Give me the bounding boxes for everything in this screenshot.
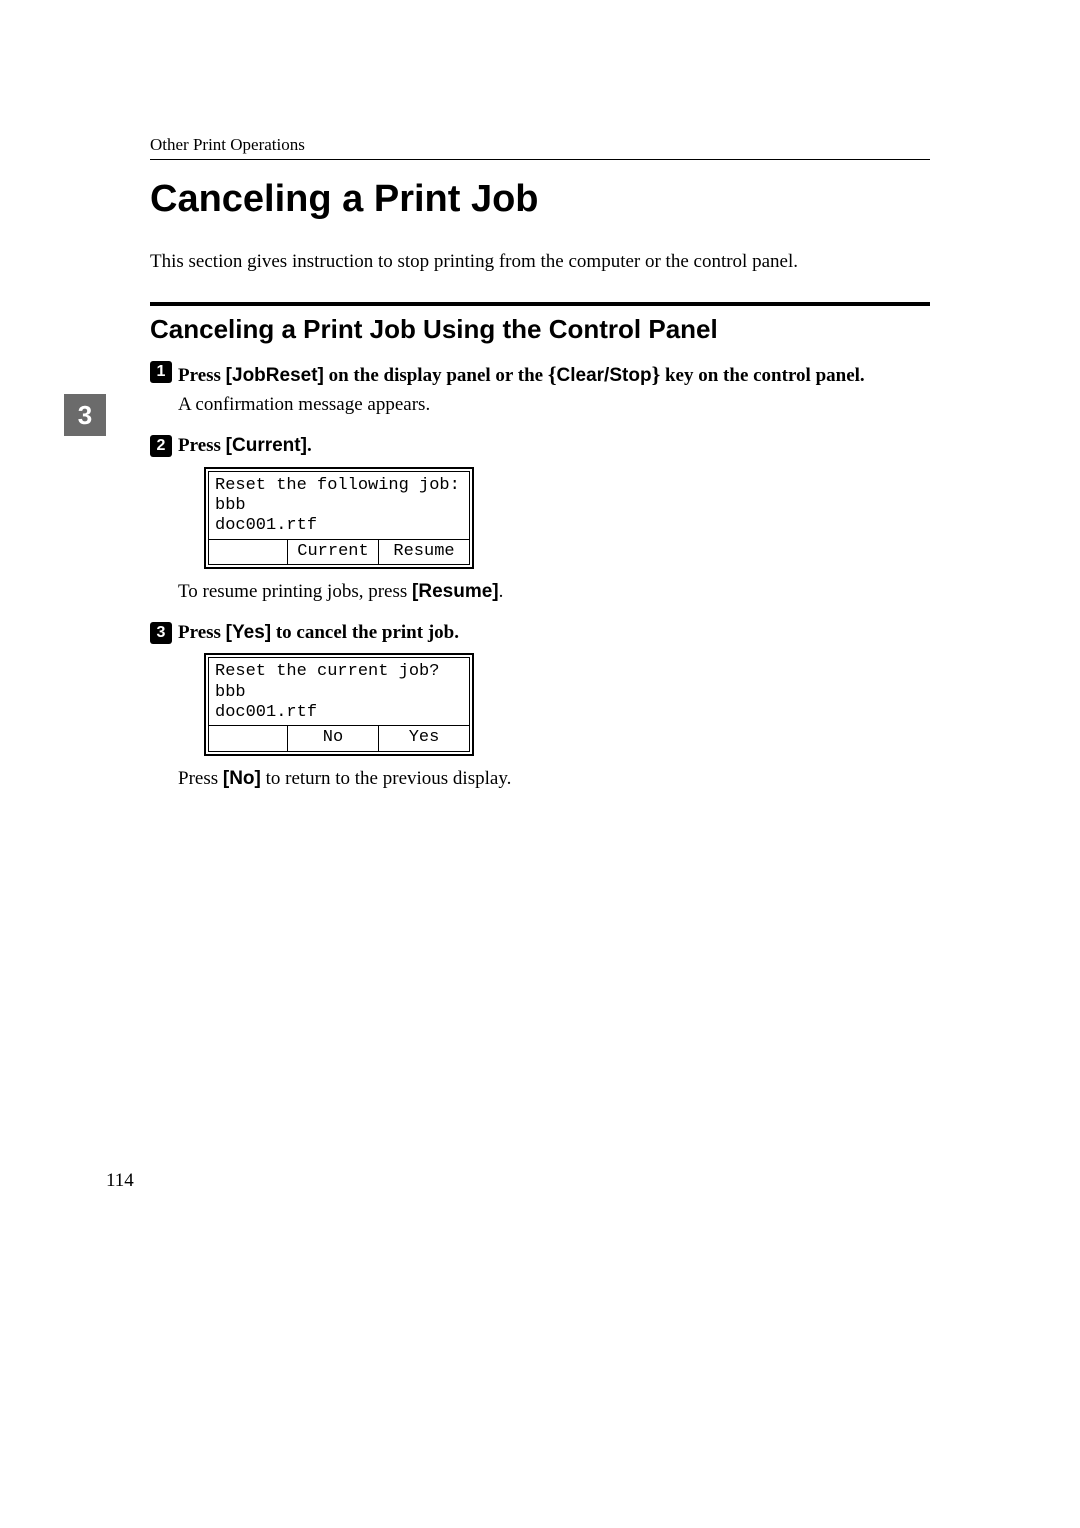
- text: Press: [178, 622, 226, 643]
- text: to cancel the print job.: [271, 622, 459, 643]
- intro-paragraph: This section gives instruction to stop p…: [150, 249, 930, 276]
- panel-line: doc001.rtf: [215, 516, 463, 536]
- bracket-close: }: [652, 362, 661, 387]
- text: on the display panel or the: [324, 365, 548, 386]
- panel-line: bbb: [215, 683, 463, 703]
- panel-button-no[interactable]: No: [288, 726, 379, 750]
- panel-blank-cell: [209, 540, 288, 564]
- divider-thick: [150, 302, 930, 306]
- text: Press: [178, 768, 223, 789]
- step-number-icon: 1: [150, 361, 172, 383]
- text: to return to the previous display.: [261, 768, 511, 789]
- panel-button-resume[interactable]: Resume: [379, 540, 469, 564]
- step-number-icon: 2: [150, 435, 172, 457]
- current-label: [Current]: [226, 435, 307, 456]
- panel-blank-cell: [209, 726, 288, 750]
- text: .: [499, 581, 504, 602]
- step-2: 2 Press [Current]. Reset the following j…: [150, 433, 930, 614]
- step-number-icon: 3: [150, 622, 172, 644]
- step-2-instruction: Press [Current].: [178, 435, 312, 456]
- text: .: [307, 435, 312, 456]
- step-3: 3 Press [Yes] to cancel the print job. R…: [150, 620, 930, 801]
- section-header: Other Print Operations: [150, 135, 930, 155]
- no-label: [No]: [223, 768, 261, 789]
- step-2-result: To resume printing jobs, press [Resume].: [178, 579, 930, 606]
- step-1-instruction: Press [JobReset] on the display panel or…: [178, 365, 865, 386]
- step-1: 1 Press [JobReset] on the display panel …: [150, 359, 930, 427]
- subheading: Canceling a Print Job Using the Control …: [150, 314, 930, 345]
- text: To resume printing jobs, press: [178, 581, 412, 602]
- step-3-result: Press [No] to return to the previous dis…: [178, 766, 930, 793]
- step-1-result: A confirmation message appears.: [178, 392, 930, 419]
- panel-line: bbb: [215, 496, 463, 516]
- panel-button-current[interactable]: Current: [288, 540, 379, 564]
- panel-line: doc001.rtf: [215, 703, 463, 723]
- jobreset-label: [JobReset]: [226, 365, 324, 386]
- yes-label: [Yes]: [226, 622, 271, 643]
- clearstop-label: Clear/Stop: [557, 365, 652, 386]
- page-title: Canceling a Print Job: [150, 178, 930, 221]
- text: Press: [178, 435, 226, 456]
- divider-thin: [150, 159, 930, 160]
- bracket-open: {: [548, 362, 557, 387]
- display-panel-1: Reset the following job: bbb doc001.rtf …: [204, 467, 474, 570]
- page-number: 114: [106, 1170, 134, 1192]
- resume-label: [Resume]: [412, 581, 499, 602]
- step-3-instruction: Press [Yes] to cancel the print job.: [178, 622, 459, 643]
- panel-button-yes[interactable]: Yes: [379, 726, 469, 750]
- panel-line: Reset the following job:: [215, 476, 463, 496]
- text: key on the control panel.: [660, 365, 864, 386]
- panel-line: Reset the current job?: [215, 662, 463, 682]
- page-content: Other Print Operations Canceling a Print…: [0, 0, 1080, 800]
- display-panel-2: Reset the current job? bbb doc001.rtf No…: [204, 653, 474, 756]
- text: Press: [178, 365, 226, 386]
